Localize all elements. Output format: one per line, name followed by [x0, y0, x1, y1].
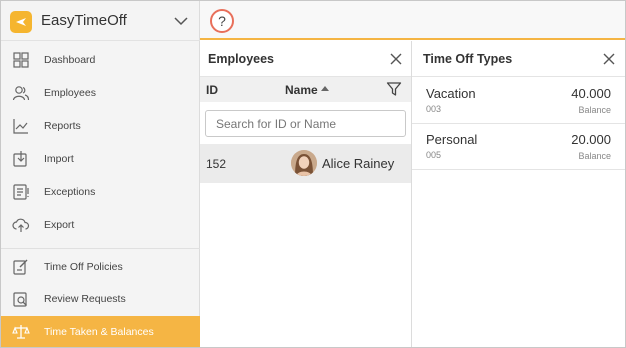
employee-name: Alice Rainey — [322, 156, 395, 171]
employee-row[interactable]: 152 Alice Rainey — [200, 144, 411, 183]
cloud-upload-icon — [12, 218, 30, 232]
employee-id: 152 — [206, 157, 227, 171]
sidebar-item-label: Import — [44, 153, 74, 165]
sidebar-item-review-requests[interactable]: Review Requests — [1, 283, 200, 316]
filter-icon[interactable] — [386, 81, 402, 97]
review-icon — [13, 292, 27, 307]
balance-value: 20.000 — [571, 132, 611, 147]
sidebar-item-label: Time Off Policies — [44, 261, 123, 273]
employees-panel-header: Employees — [200, 41, 411, 77]
sidebar-item-label: Time Taken & Balances — [44, 326, 154, 338]
column-id[interactable]: ID — [206, 83, 218, 97]
sidebar-item-label: Export — [44, 219, 75, 231]
app-logo-icon — [10, 11, 32, 33]
employees-column-header: ID Name — [200, 77, 411, 102]
top-bar: ? — [200, 1, 625, 40]
sidebar-item-export[interactable]: Export — [1, 209, 200, 242]
time-off-type-row[interactable]: Personal 005 20.000 Balance — [412, 124, 625, 170]
employee-search-input[interactable] — [205, 110, 406, 137]
balance-scale-icon — [12, 325, 30, 339]
sort-ascending-icon[interactable] — [321, 86, 329, 91]
app-window: EasyTimeOff Dashboard Employees Reports … — [0, 0, 626, 348]
time-off-types-panel: Time Off Types Vacation 003 40.000 Balan… — [412, 41, 625, 347]
close-icon[interactable] — [389, 52, 403, 66]
time-off-type-row[interactable]: Vacation 003 40.000 Balance — [412, 78, 625, 124]
employees-panel: Employees ID Name 152 — [200, 41, 412, 347]
sidebar-item-label: Review Requests — [44, 293, 126, 305]
grid-icon — [13, 52, 29, 68]
panel-title: Time Off Types — [423, 52, 513, 66]
sidebar-item-time-taken-balances[interactable]: Time Taken & Balances — [1, 316, 200, 347]
sidebar-item-time-off-policies[interactable]: Time Off Policies — [1, 251, 200, 284]
sidebar-item-employees[interactable]: Employees — [1, 77, 200, 110]
close-icon[interactable] — [602, 52, 616, 66]
balance-caption: Balance — [578, 105, 611, 115]
balance-value: 40.000 — [571, 86, 611, 101]
time-off-type-code: 003 — [426, 104, 442, 114]
policy-icon — [13, 259, 28, 275]
time-off-type-name: Vacation — [426, 86, 476, 101]
sidebar-divider — [1, 248, 200, 249]
sidebar: EasyTimeOff Dashboard Employees Reports … — [1, 1, 200, 347]
help-icon: ? — [218, 13, 226, 29]
sidebar-item-label: Dashboard — [44, 54, 96, 66]
balance-caption: Balance — [578, 151, 611, 161]
sidebar-item-reports[interactable]: Reports — [1, 110, 200, 143]
chart-line-icon — [13, 119, 28, 134]
sidebar-item-label: Reports — [44, 120, 81, 132]
chevron-down-icon[interactable] — [173, 15, 189, 27]
help-button[interactable]: ? — [210, 9, 234, 33]
people-icon — [12, 86, 30, 101]
panel-title: Employees — [208, 52, 275, 66]
sidebar-item-label: Employees — [44, 87, 96, 99]
brand-switcher[interactable]: EasyTimeOff — [1, 1, 200, 41]
sidebar-item-dashboard[interactable]: Dashboard — [1, 44, 200, 77]
time-off-panel-header: Time Off Types — [412, 41, 625, 77]
time-off-type-code: 005 — [426, 150, 442, 160]
sidebar-item-label: Exceptions — [44, 186, 96, 198]
sidebar-item-import[interactable]: Import — [1, 143, 200, 176]
avatar — [291, 150, 317, 176]
exceptions-list-icon — [13, 184, 29, 200]
time-off-type-name: Personal — [426, 132, 478, 147]
sidebar-item-exceptions[interactable]: Exceptions — [1, 176, 200, 209]
column-name[interactable]: Name — [285, 83, 318, 97]
app-name: EasyTimeOff — [41, 12, 127, 29]
import-icon — [13, 151, 27, 167]
